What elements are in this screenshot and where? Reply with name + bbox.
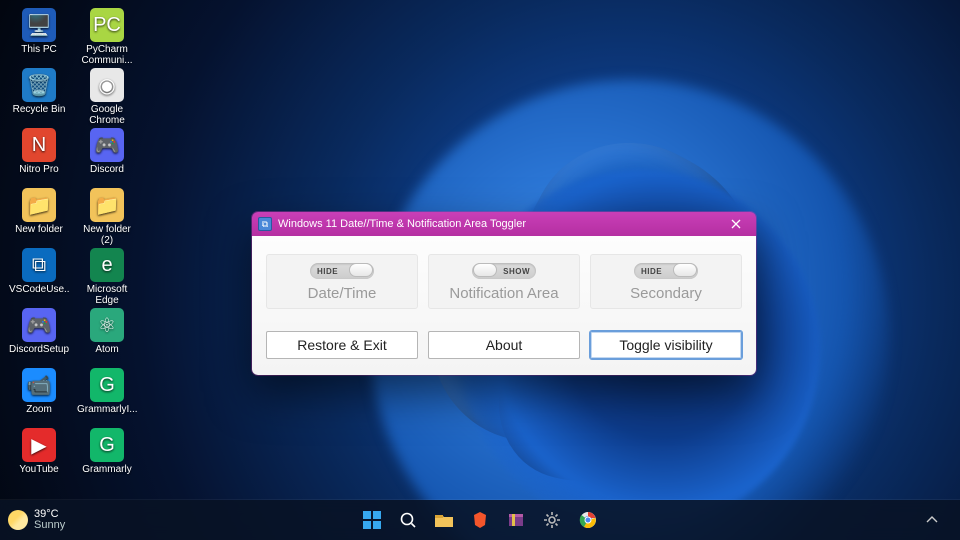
grammarly-in-icon: G — [90, 368, 124, 402]
toggle-secondary-label: Secondary — [597, 285, 735, 302]
desktop-icon-label: New folder — [15, 224, 63, 235]
toggle-knob — [673, 263, 697, 277]
tray-chevron-icon[interactable] — [918, 506, 946, 534]
desktop-icon-new-folder[interactable]: 📁 New folder — [8, 188, 70, 246]
restore-exit-button[interactable]: Restore & Exit — [266, 331, 418, 359]
desktop-icon-label: DiscordSetup — [9, 344, 69, 355]
desktop-icon-this-pc[interactable]: 🖥️ This PC — [8, 8, 70, 66]
desktop-icon-label: This PC — [21, 44, 57, 55]
nitro-pro-icon: N — [22, 128, 56, 162]
desktop-icon-label: Nitro Pro — [19, 164, 58, 175]
discord-icon: 🎮 — [90, 128, 124, 162]
button-row: Restore & Exit About Toggle visibility — [266, 331, 742, 359]
close-button[interactable] — [722, 215, 750, 233]
desktop-icon-chrome[interactable]: ◉Google Chrome — [76, 68, 138, 126]
grammarly-icon: G — [90, 428, 124, 462]
desktop-icon-label: YouTube — [19, 464, 58, 475]
desktop-icon-edge[interactable]: eMicrosoft Edge — [76, 248, 138, 306]
explorer-icon[interactable] — [430, 506, 458, 534]
toggle-notification-switch[interactable]: SHOW — [472, 263, 536, 279]
desktop-icon-label: New folder (2) — [77, 224, 137, 246]
desktop-icon-nitro-pro[interactable]: N Nitro Pro — [8, 128, 70, 186]
chrome-icon[interactable] — [574, 506, 602, 534]
app-window: ⧉ Windows 11 Date//Time & Notification A… — [252, 212, 756, 375]
vscode-icon: ⧉ — [22, 248, 56, 282]
new-folder-2-icon: 📁 — [90, 188, 124, 222]
toggle-knob — [349, 263, 373, 277]
desktop-icon-new-folder-2[interactable]: 📁New folder (2) — [76, 188, 138, 246]
desktop-icon-label: Discord — [90, 164, 124, 175]
title-bar[interactable]: ⧉ Windows 11 Date//Time & Notification A… — [252, 212, 756, 236]
desktop-icon-discord-setup[interactable]: 🎮 DiscordSetup — [8, 308, 70, 366]
toggle-row: HIDE Date/Time SHOW Notification Area HIDE Se… — [266, 254, 742, 309]
new-folder-icon: 📁 — [22, 188, 56, 222]
desktop-icon-label: Google Chrome — [77, 104, 137, 126]
desktop-icon-zoom[interactable]: 📹 Zoom — [8, 368, 70, 426]
brave-icon[interactable] — [466, 506, 494, 534]
zoom-icon: 📹 — [22, 368, 56, 402]
desktop-icon-label: Recycle Bin — [13, 104, 66, 115]
pycharm-icon: PC — [90, 8, 124, 42]
youtube-icon: ▶ — [22, 428, 56, 462]
weather-icon — [8, 510, 28, 530]
desktop-icon-label: Atom — [95, 344, 118, 355]
desktop-icon-label: Grammarly — [82, 464, 131, 475]
discord-setup-icon: 🎮 — [22, 308, 56, 342]
app-title: Windows 11 Date//Time & Notification Are… — [278, 218, 722, 230]
weather-widget[interactable]: 39°C Sunny — [0, 509, 65, 531]
toggle-datetime: HIDE Date/Time — [266, 254, 418, 309]
desktop-icon-grammarly-in[interactable]: G GrammarlyI... — [76, 368, 138, 426]
desktop-icon-label: GrammarlyI... — [77, 404, 137, 415]
desktop: 🖥️ This PC PCPyCharm Communi... 🗑️ Recycle B… — [8, 8, 138, 486]
taskbar-center — [358, 506, 602, 534]
taskbar: 39°C Sunny — [0, 500, 960, 540]
desktop-icon-recycle-bin[interactable]: 🗑️ Recycle Bin — [8, 68, 70, 126]
toggle-datetime-switch[interactable]: HIDE — [310, 263, 374, 279]
chrome-icon: ◉ — [90, 68, 124, 102]
toggle-knob — [473, 263, 497, 277]
desktop-icon-youtube[interactable]: ▶ YouTube — [8, 428, 70, 486]
toggle-visibility-button[interactable]: Toggle visibility — [590, 331, 742, 359]
desktop-icon-vscode[interactable]: ⧉ VSCodeUse... — [8, 248, 70, 306]
desktop-icon-discord[interactable]: 🎮 Discord — [76, 128, 138, 186]
desktop-icon-label: Microsoft Edge — [77, 284, 137, 306]
toggle-secondary: HIDE Secondary — [590, 254, 742, 309]
desktop-icon-label: PyCharm Communi... — [77, 44, 137, 66]
recycle-bin-icon: 🗑️ — [22, 68, 56, 102]
start-button[interactable] — [358, 506, 386, 534]
toggle-notification-label: Notification Area — [435, 285, 573, 302]
about-button[interactable]: About — [428, 331, 580, 359]
desktop-icon-pycharm[interactable]: PCPyCharm Communi... — [76, 8, 138, 66]
search-icon[interactable] — [394, 506, 422, 534]
toggle-notification: SHOW Notification Area — [428, 254, 580, 309]
this-pc-icon: 🖥️ — [22, 8, 56, 42]
settings-icon[interactable] — [538, 506, 566, 534]
winrar-icon[interactable] — [502, 506, 530, 534]
desktop-icon-atom[interactable]: ⚛ Atom — [76, 308, 138, 366]
desktop-icon-label: VSCodeUse... — [9, 284, 69, 295]
app-body: HIDE Date/Time SHOW Notification Area HIDE Se… — [252, 236, 756, 375]
desktop-icon-grammarly[interactable]: G Grammarly — [76, 428, 138, 486]
toggle-secondary-switch[interactable]: HIDE — [634, 263, 698, 279]
weather-cond: Sunny — [34, 520, 65, 531]
desktop-icon-label: Zoom — [26, 404, 52, 415]
toggle-datetime-label: Date/Time — [273, 285, 411, 302]
edge-icon: e — [90, 248, 124, 282]
atom-icon: ⚛ — [90, 308, 124, 342]
taskbar-right — [918, 506, 960, 534]
app-icon: ⧉ — [258, 217, 272, 231]
